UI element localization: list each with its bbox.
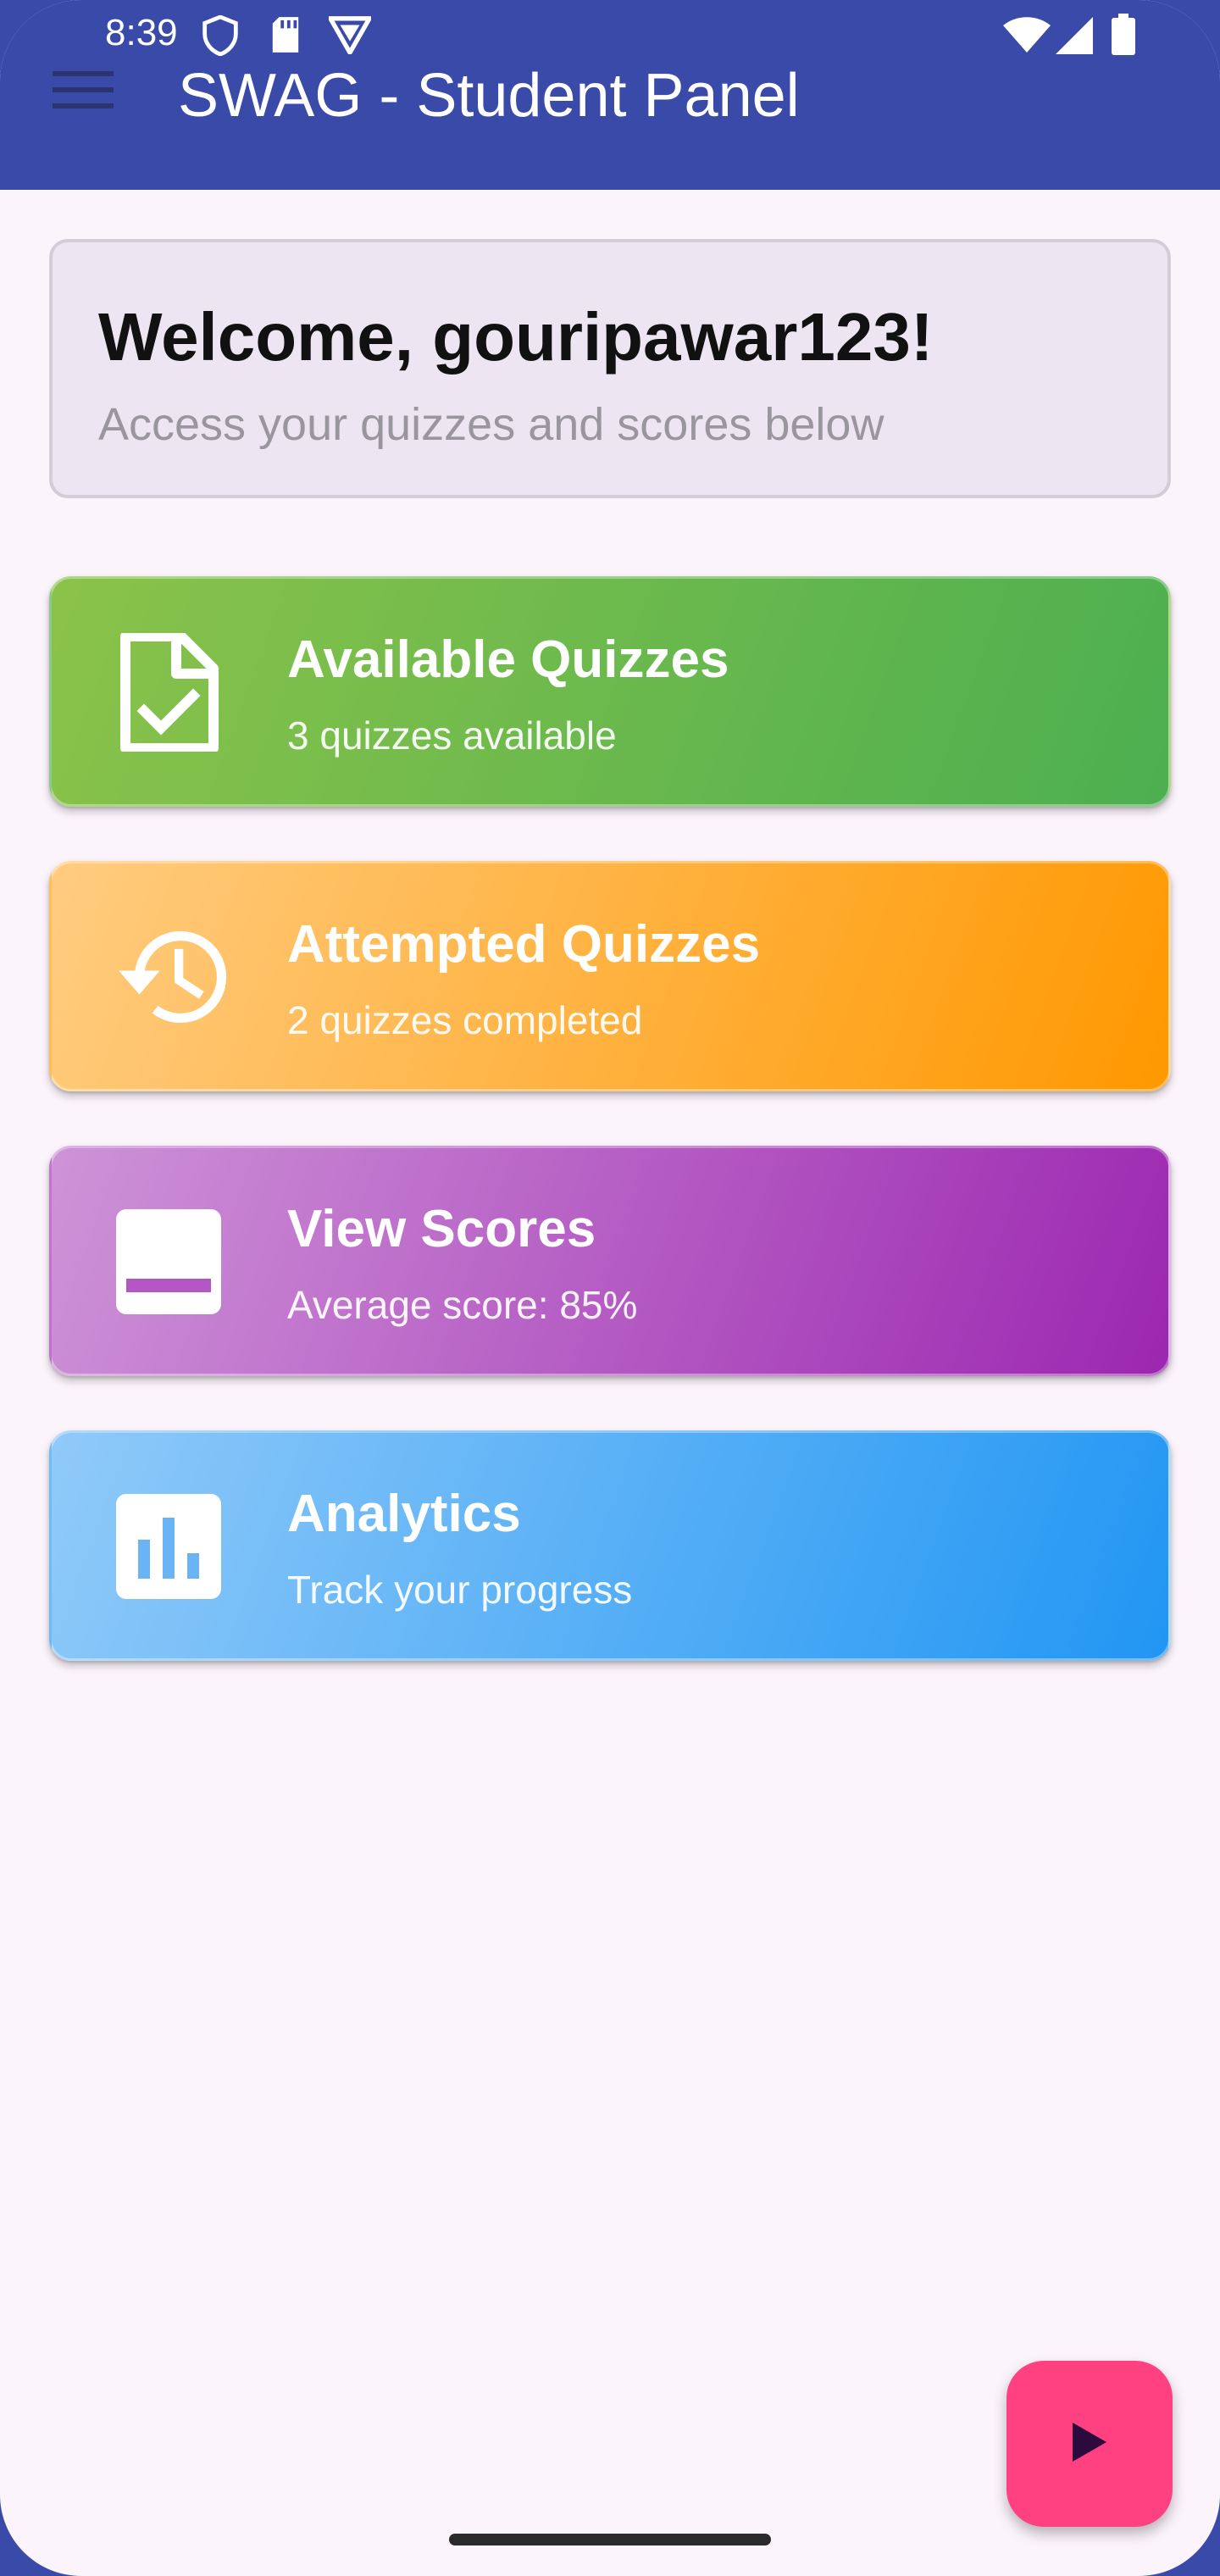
vpn-badge-icon xyxy=(326,15,374,58)
status-time: 8:39 xyxy=(105,12,178,53)
card-title: Attempted Quizzes xyxy=(287,915,761,974)
wifi-icon xyxy=(1003,17,1051,58)
card-title: View Scores xyxy=(287,1200,596,1258)
document-check-icon xyxy=(109,633,228,752)
card-subtitle: 3 quizzes available xyxy=(287,713,617,758)
attempted-quizzes-card[interactable]: Attempted Quizzes 2 quizzes completed xyxy=(49,861,1171,1091)
navigation-menu-button[interactable] xyxy=(47,64,119,119)
signal-icon xyxy=(1056,17,1093,58)
available-quizzes-card[interactable]: Available Quizzes 3 quizzes available xyxy=(49,576,1171,807)
battery-icon xyxy=(1112,14,1135,59)
shield-icon xyxy=(202,14,239,59)
gesture-navigation-bar[interactable] xyxy=(449,2534,771,2545)
view-scores-card[interactable]: View Scores Average score: 85% xyxy=(49,1146,1171,1376)
card-title: Analytics xyxy=(287,1485,521,1543)
welcome-subtitle: Access your quizzes and scores below xyxy=(98,399,884,450)
welcome-card: Welcome, gouripawar123! Access your quiz… xyxy=(49,239,1171,498)
hamburger-menu-icon xyxy=(53,68,114,115)
card-subtitle: 2 quizzes completed xyxy=(287,998,643,1042)
bar-chart-icon xyxy=(109,1487,228,1606)
card-subtitle: Average score: 85% xyxy=(287,1283,638,1327)
top-app-bar: 8:39 SWAG - Student Panel xyxy=(0,0,1220,190)
history-icon xyxy=(109,918,228,1036)
scores-icon xyxy=(109,1202,228,1321)
card-subtitle: Track your progress xyxy=(287,1568,633,1612)
student-panel-screen: 8:39 SWAG - Student Panel Welcome, gouri… xyxy=(0,0,1220,2576)
sd-card-icon xyxy=(269,15,302,58)
welcome-title: Welcome, gouripawar123! xyxy=(98,299,934,375)
analytics-card[interactable]: Analytics Track your progress xyxy=(49,1430,1171,1661)
app-title: SWAG - Student Panel xyxy=(178,62,800,130)
play-fab-button[interactable] xyxy=(1006,2361,1173,2527)
play-icon xyxy=(1071,2421,1108,2467)
card-title: Available Quizzes xyxy=(287,630,729,689)
